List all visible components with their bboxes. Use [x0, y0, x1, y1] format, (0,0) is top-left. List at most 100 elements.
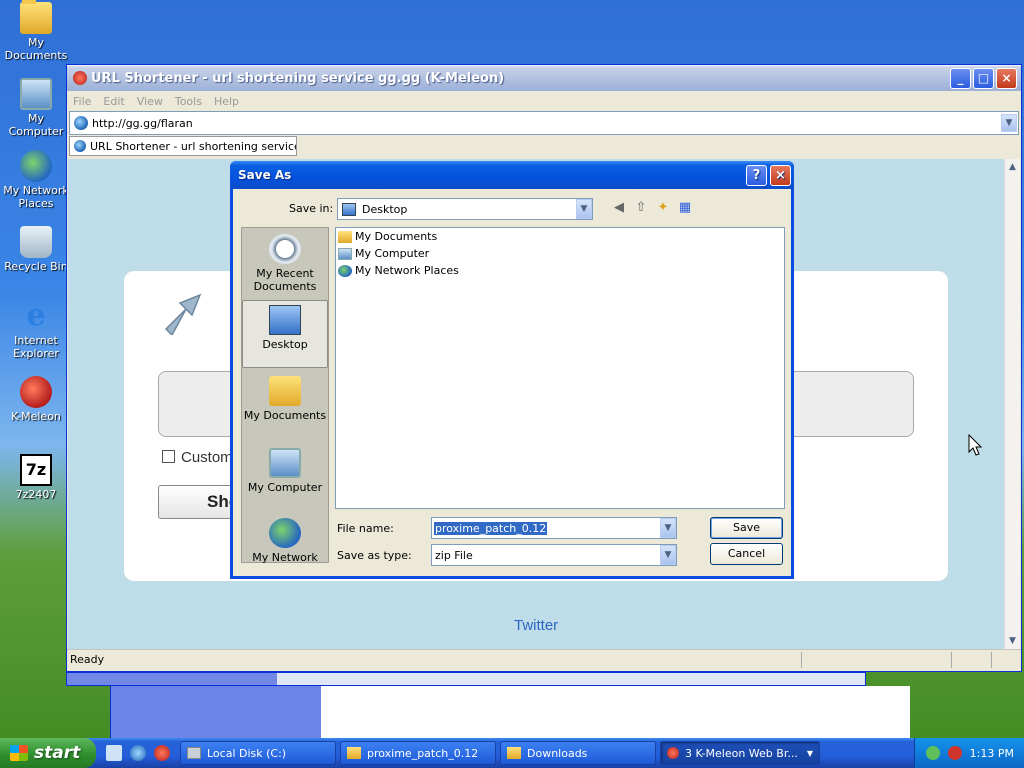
list-item[interactable]: My Documents: [336, 228, 784, 245]
save-in-row: Save in: Desktop ▼ ◀ ⇧ ✦ ▦: [233, 197, 791, 221]
status-resize-grip: [991, 651, 1021, 668]
desktop-icon-internet-explorer[interactable]: e Internet Explorer: [0, 298, 72, 361]
desktop-icon-label: K-Meleon: [11, 410, 61, 423]
place-my-recent-documents[interactable]: My Recent Documents: [242, 234, 328, 293]
menu-tools[interactable]: Tools: [175, 95, 202, 108]
up-folder-icon[interactable]: ⇧: [633, 200, 649, 216]
scroll-down-arrow[interactable]: ▼: [1005, 633, 1020, 649]
place-label: My Recent Documents: [253, 267, 317, 293]
file-name-input[interactable]: proxime_patch_0.12 ▼: [431, 517, 677, 539]
task-downloads[interactable]: Downloads: [500, 741, 656, 765]
place-my-network[interactable]: My Network: [242, 518, 328, 564]
menu-help[interactable]: Help: [214, 95, 239, 108]
mouse-cursor-icon: [968, 434, 982, 456]
drive-icon: [187, 747, 201, 759]
menu-file[interactable]: File: [73, 95, 91, 108]
task-k-meleon-group[interactable]: 3 K-Meleon Web Br... ▼: [660, 741, 820, 765]
address-bar[interactable]: http://gg.gg/flaran ▼: [69, 111, 1019, 135]
network-icon: [20, 150, 52, 182]
globe-icon: [74, 140, 86, 152]
file-list[interactable]: My Documents My Computer My Network Plac…: [335, 227, 785, 509]
background-window-strip: [66, 672, 866, 686]
menu-edit[interactable]: Edit: [103, 95, 124, 108]
show-desktop-icon[interactable]: [106, 745, 122, 761]
place-label: My Computer: [247, 481, 323, 494]
place-desktop[interactable]: Desktop: [242, 300, 328, 368]
help-button[interactable]: ?: [746, 164, 767, 186]
k-meleon-icon: [667, 747, 679, 759]
background-window-panel: [111, 686, 321, 738]
desktop-icon-label: Internet Explorer: [13, 334, 59, 360]
view-menu-icon[interactable]: ▦: [677, 200, 693, 216]
desktop-icon-my-network-places[interactable]: My Network Places: [0, 150, 72, 210]
tab-url-shortener[interactable]: URL Shortener - url shortening service .…: [69, 136, 297, 156]
background-window: [110, 686, 910, 738]
desktop-icon-recycle-bin[interactable]: Recycle Bin: [0, 226, 72, 273]
vertical-scrollbar[interactable]: ▲ ▼: [1004, 159, 1020, 649]
security-shield-icon[interactable]: [947, 746, 962, 760]
minimize-button[interactable]: _: [950, 67, 971, 89]
new-folder-icon[interactable]: ✦: [655, 200, 671, 216]
folder-icon: [20, 0, 52, 34]
chevron-down-icon: ▼: [806, 748, 813, 758]
list-item-label: My Network Places: [355, 264, 459, 277]
tab-bar: URL Shortener - url shortening service .…: [67, 135, 1021, 157]
task-label: proxime_patch_0.12: [367, 746, 479, 760]
task-local-disk[interactable]: Local Disk (C:): [180, 741, 336, 765]
7zip-icon: 7z: [20, 454, 52, 486]
desktop-icon-my-computer[interactable]: My Computer: [0, 78, 72, 138]
start-label: start: [34, 743, 81, 763]
computer-icon: [338, 247, 352, 260]
address-input[interactable]: http://gg.gg/flaran: [92, 117, 1001, 130]
clock: 1:13 PM: [969, 746, 1014, 760]
menu-view[interactable]: View: [137, 95, 163, 108]
custom-alias-checkbox-row[interactable]: Custom: [162, 449, 233, 466]
address-dropdown-button[interactable]: ▼: [1001, 114, 1017, 132]
network-tray-icon[interactable]: [925, 746, 940, 760]
start-button[interactable]: start: [0, 738, 96, 768]
place-label: My Network: [252, 551, 318, 564]
cancel-button[interactable]: Cancel: [710, 543, 783, 565]
save-as-type-dropdown-button[interactable]: ▼: [660, 545, 676, 565]
internet-explorer-icon[interactable]: [130, 745, 146, 761]
task-proxime-patch[interactable]: proxime_patch_0.12: [340, 741, 496, 765]
my-documents-icon: [269, 376, 301, 406]
scroll-up-arrow[interactable]: ▲: [1005, 159, 1020, 175]
dialog-close-button[interactable]: ×: [770, 164, 791, 186]
close-button[interactable]: ×: [996, 67, 1017, 89]
maximize-button[interactable]: □: [973, 67, 994, 89]
recycle-bin-icon: [20, 226, 52, 258]
place-my-documents[interactable]: My Documents: [242, 376, 328, 422]
internet-explorer-icon: e: [26, 298, 46, 333]
list-item[interactable]: My Network Places: [336, 262, 784, 279]
place-my-computer[interactable]: My Computer: [242, 448, 328, 494]
custom-alias-checkbox[interactable]: [162, 450, 175, 463]
file-name-dropdown-button[interactable]: ▼: [660, 518, 676, 538]
arrow-logo-icon: [164, 293, 202, 335]
desktop-icon-label: My Network Places: [3, 184, 69, 210]
status-segment: [801, 651, 951, 668]
browser-titlebar[interactable]: URL Shortener - url shortening service g…: [67, 65, 1021, 91]
save-in-dropdown-button[interactable]: ▼: [576, 199, 592, 219]
task-label: Local Disk (C:): [207, 746, 287, 760]
save-button[interactable]: Save: [710, 517, 783, 539]
desktop-icon-my-documents[interactable]: My Documents: [0, 0, 72, 62]
back-icon[interactable]: ◀: [611, 200, 627, 216]
dialog-titlebar[interactable]: Save As ? ×: [230, 161, 794, 189]
file-name-value: proxime_patch_0.12: [434, 521, 548, 535]
desktop-icon-label: 7z2407: [15, 488, 57, 501]
task-label: 3 K-Meleon Web Br...: [685, 746, 798, 760]
places-bar: My Recent Documents Desktop My Documents…: [241, 227, 329, 564]
k-meleon-icon: [73, 71, 87, 85]
save-in-select[interactable]: Desktop ▼: [337, 198, 593, 220]
system-tray: 1:13 PM: [914, 738, 1024, 768]
desktop-icon-7z2407[interactable]: 7z 7z2407: [0, 454, 72, 501]
list-item[interactable]: My Computer: [336, 245, 784, 262]
twitter-link[interactable]: Twitter: [514, 617, 558, 634]
dialog-title: Save As: [238, 168, 292, 182]
desktop-icon-k-meleon[interactable]: K-Meleon: [0, 376, 72, 423]
folder-icon: [338, 230, 352, 243]
save-as-type-select[interactable]: zip File ▼: [431, 544, 677, 566]
k-meleon-icon[interactable]: [154, 745, 170, 761]
task-label: Downloads: [527, 746, 588, 760]
